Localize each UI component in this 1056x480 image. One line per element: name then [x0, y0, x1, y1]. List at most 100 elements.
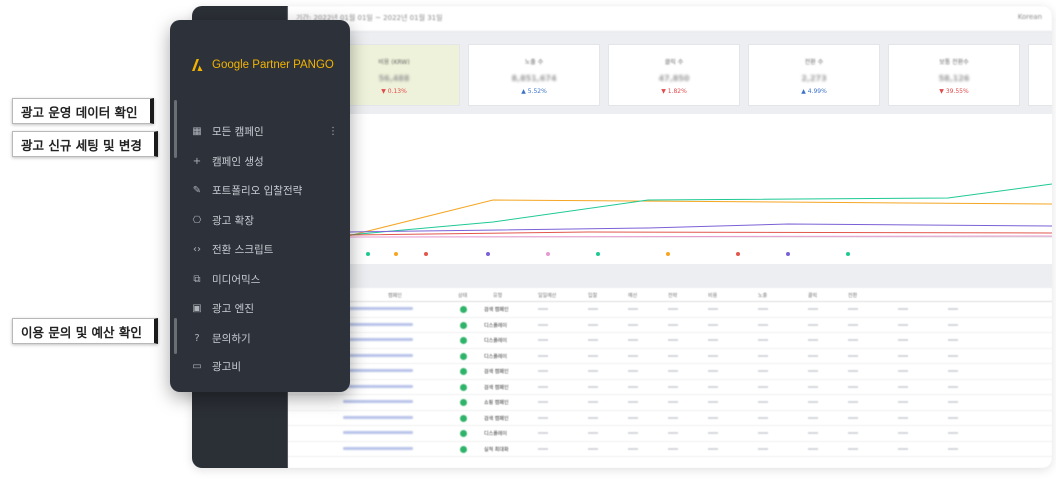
campaign-name[interactable]: [343, 431, 413, 434]
metric-card[interactable]: 노출 수 8,851,674 ▲ 5.52%: [468, 44, 600, 106]
menu-item-6[interactable]: ▣ 광고 엔진: [170, 296, 350, 320]
table-row[interactable]: 디스플레이: [288, 349, 1052, 364]
table-row[interactable]: 검색 캠페인: [288, 364, 1052, 380]
metric-value: 1,0: [1029, 74, 1052, 83]
table-cell: [668, 401, 678, 403]
campaign-name[interactable]: [343, 415, 413, 419]
table-cell: [898, 432, 908, 434]
campaign-name[interactable]: [343, 369, 413, 372]
status-enabled-icon[interactable]: [460, 321, 467, 329]
menu-item-7[interactable]: ? 문의하기: [170, 326, 350, 350]
table-cell: [848, 401, 858, 403]
campaign-name[interactable]: [343, 446, 413, 450]
status-enabled-icon[interactable]: [460, 445, 467, 453]
menu-item-2[interactable]: ✎ 포트폴리오 입찰전략: [170, 178, 350, 202]
table-cell: [588, 308, 598, 310]
campaign-type: 검색 캠페인: [484, 384, 509, 391]
table-cell: [628, 416, 638, 419]
campaign-name[interactable]: [343, 400, 413, 403]
menu-item-label: 광고비: [212, 360, 241, 373]
table-row[interactable]: 디스플레이: [288, 318, 1052, 333]
campaign-type: 검색 캠페인: [484, 415, 509, 422]
campaign-table: 캠페인 상태 유형 일일예산 입찰 예산 전략 비용 노출 클릭 전환 검색 캠…: [288, 288, 1052, 468]
table-cell: [898, 416, 908, 419]
table-row[interactable]: 디스플레이: [288, 426, 1052, 442]
language-selector[interactable]: Korean: [1018, 13, 1042, 21]
menu-item-0[interactable]: ▦ 모든 캠페인 ⋮: [170, 119, 350, 143]
trend-chart-svg: [347, 183, 1052, 256]
campaign-name[interactable]: [343, 384, 413, 388]
more-vert-icon[interactable]: ⋮: [328, 126, 338, 137]
table-cell: [848, 354, 858, 357]
table-cell: [668, 323, 678, 326]
table-header: 캠페인 상태 유형 일일예산 입찰 예산 전략 비용 노출 클릭 전환: [288, 288, 1052, 302]
series-red: [347, 231, 1052, 236]
status-enabled-icon[interactable]: [460, 430, 467, 437]
status-enabled-icon[interactable]: [460, 383, 467, 391]
table-cell: [808, 339, 818, 341]
metric-value: 2,273: [801, 74, 827, 83]
campaign-type: 디스플레이: [484, 353, 508, 360]
campaign-name[interactable]: [343, 322, 413, 326]
menu-item-label: 캠페인 생성: [212, 155, 264, 168]
table-cell: [588, 339, 598, 341]
metric-change: ▼ 1.82%: [661, 88, 687, 95]
campaign-name[interactable]: [343, 307, 413, 310]
menu-item-1[interactable]: + 캠페인 생성: [170, 149, 350, 173]
top-bar: 기간: 2022년 01월 01일 ~ 2022년 01월 31일 Korean: [288, 6, 1052, 32]
app-main-panel: 기간: 2022년 01월 01일 ~ 2022년 01월 31일 Korean…: [288, 6, 1052, 468]
table-cell: [538, 339, 548, 341]
table-cell: [948, 432, 958, 434]
campaign-name[interactable]: [343, 338, 413, 341]
table-cell: [708, 401, 718, 403]
menu-item-4[interactable]: ‹› 전환 스크립트: [170, 237, 350, 261]
table-cell: [588, 432, 598, 434]
table-cell: [668, 308, 678, 310]
table-row[interactable]: 검색 캠페인: [288, 380, 1052, 395]
campaign-name[interactable]: [343, 353, 413, 357]
metric-change: ▲ 4.99%: [801, 88, 827, 95]
status-enabled-icon[interactable]: [460, 337, 467, 344]
table-row[interactable]: 검색 캠페인: [288, 302, 1052, 318]
table-cell: [628, 354, 638, 357]
table-cell: [708, 323, 718, 326]
metric-card[interactable]: 클릭 수 47,850 ▼ 1.82%: [608, 44, 740, 106]
metric-change: ▲ 5.52%: [521, 88, 547, 95]
table-cell: [948, 370, 958, 372]
table-cell: [538, 354, 548, 357]
brand[interactable]: Google Partner PANGO: [190, 58, 334, 72]
status-enabled-icon[interactable]: [460, 368, 467, 375]
table-cell: [758, 323, 768, 326]
table-cell: [758, 385, 768, 388]
table-row[interactable]: 검색 캠페인: [288, 411, 1052, 426]
status-enabled-icon[interactable]: [460, 414, 467, 422]
metric-value: 47,850: [658, 74, 690, 83]
table-cell: [758, 432, 768, 434]
status-enabled-icon[interactable]: [460, 306, 467, 313]
callout-inquiry-budget: 이용 문의 및 예산 확인: [12, 318, 158, 344]
menu-item-8[interactable]: ▭ 광고비: [170, 354, 350, 378]
status-enabled-icon[interactable]: [460, 399, 467, 406]
table-cell: [628, 385, 638, 388]
table-row[interactable]: 실적 최대화: [288, 442, 1052, 457]
metric-card[interactable]: 전환 가치 1,0 ▲ 1.: [1028, 44, 1052, 106]
menu-item-5[interactable]: ⧉ 미디어믹스: [170, 267, 350, 291]
table-cell: [758, 339, 768, 341]
status-enabled-icon[interactable]: [460, 352, 467, 360]
metric-card[interactable]: 보통 전환수 58,126 ▼ 39.55%: [888, 44, 1020, 106]
table-cell: [538, 416, 548, 419]
code-icon: ‹›: [193, 243, 201, 255]
table-row[interactable]: 디스플레이: [288, 333, 1052, 349]
table-cell: [948, 447, 958, 450]
table-cell: [708, 385, 718, 388]
table-cell: [668, 370, 678, 372]
table-row[interactable]: 쇼핑 캠페인: [288, 395, 1052, 411]
table-cell: [808, 432, 818, 434]
metric-card[interactable]: 전환 수 2,273 ▲ 4.99%: [748, 44, 880, 106]
brand-name: Google Partner PANGO: [212, 59, 334, 71]
table-cell: [628, 447, 638, 450]
menu-item-3[interactable]: ⎔ 광고 확장: [170, 208, 350, 232]
table-cell: [538, 401, 548, 403]
campaign-type: 검색 캠페인: [484, 307, 509, 313]
metric-label: 전환 가치: [1029, 57, 1052, 66]
